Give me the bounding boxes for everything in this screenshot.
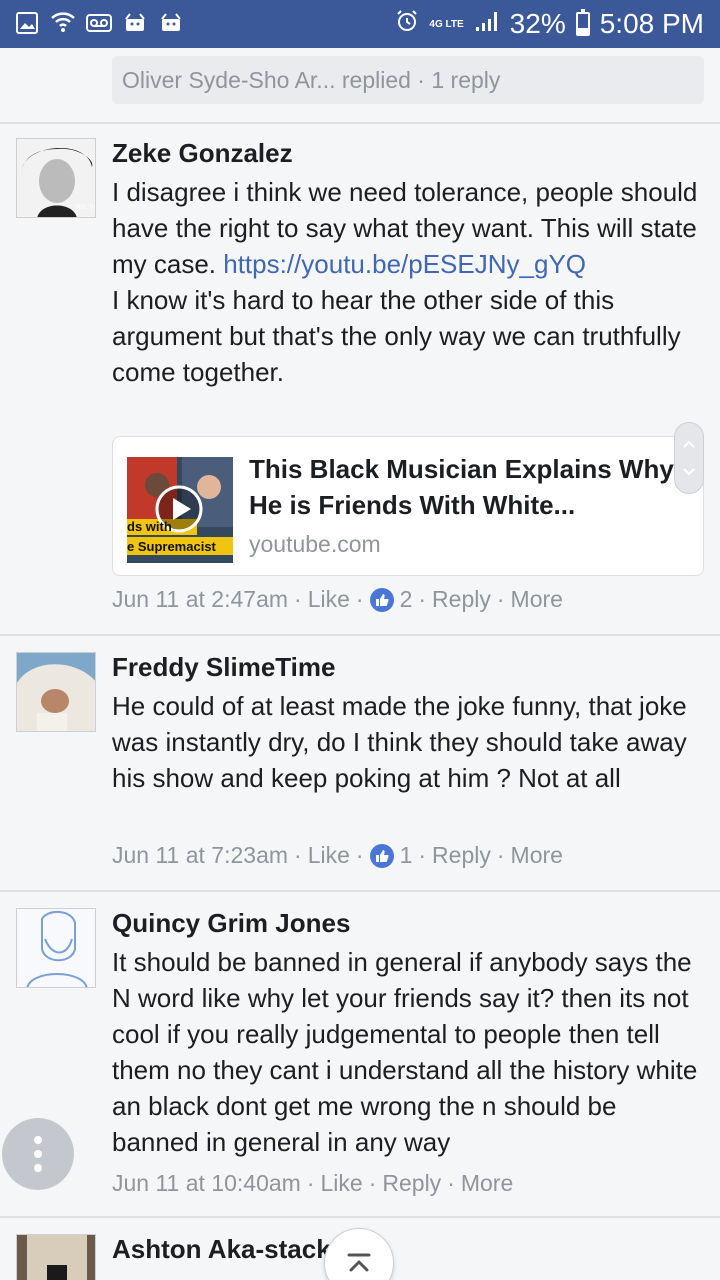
comments-feed: Oliver Syde-Sho Ar... replied · 1 reply … (0, 48, 720, 1280)
battery-percent: 32% (509, 8, 566, 39)
replies-summary-text: Oliver Syde-Sho Ar... replied · 1 reply (122, 66, 501, 93)
svg-text:SEE THE: SEE THE (75, 204, 96, 211)
android-icon (122, 8, 148, 38)
chevron-up-icon (347, 1253, 371, 1272)
thumbs-up-icon (369, 843, 394, 868)
video-thumbnail[interactable]: ds with e Supremacist (127, 457, 233, 563)
like-button[interactable]: Like (308, 842, 350, 869)
status-bar: 4G LTE 32% 5:08 PM (0, 0, 720, 48)
system-indicators: 4G LTE 32% 5:08 PM (395, 0, 704, 48)
comment-text: It should be banned in general if anybod… (112, 947, 705, 1157)
thumbs-up-icon (369, 587, 394, 612)
dot (34, 1136, 42, 1144)
voicemail-icon (86, 8, 112, 38)
commenter-name[interactable]: Ashton Aka-stackz (112, 1234, 344, 1265)
divider (0, 890, 720, 892)
comment-actions: Jun 11 at 2:47am · Like · 2 · Reply · Mo… (112, 586, 563, 613)
timestamp[interactable]: Jun 11 at 7:23am (112, 842, 288, 869)
notification-icons (14, 8, 184, 38)
link-domain: youtube.com (249, 531, 381, 557)
more-button[interactable]: More (511, 586, 563, 613)
more-button[interactable]: More (511, 842, 563, 869)
android-icon-2 (158, 8, 184, 38)
comment-actions: Jun 11 at 7:23am · Like · 1 · Reply · Mo… (112, 842, 563, 869)
comment-actions: Jun 11 at 10:40am · Like · Reply · More (112, 1170, 514, 1197)
comment-text-part: I know it's hard to hear the other side … (112, 285, 688, 387)
divider (0, 1216, 720, 1218)
thumbnail-caption: ds with (127, 519, 172, 534)
clock: 5:08 PM (599, 8, 704, 39)
comment-text: He could of at least made the joke funny… (112, 691, 694, 793)
gallery-icon (14, 8, 40, 38)
floating-more-button[interactable] (2, 1118, 74, 1190)
more-button[interactable]: More (461, 1170, 513, 1197)
wifi-icon (50, 8, 76, 38)
commenter-name[interactable]: Freddy SlimeTime (112, 652, 336, 683)
like-count[interactable]: 2 (400, 586, 413, 613)
avatar[interactable] (16, 1234, 96, 1280)
reply-button[interactable]: Reply (382, 1170, 441, 1197)
dot (34, 1150, 42, 1158)
avatar[interactable] (16, 908, 96, 988)
reply-button[interactable]: Reply (432, 842, 491, 869)
commenter-name[interactable]: Zeke Gonzalez (112, 138, 293, 169)
divider (0, 122, 720, 124)
reply-button[interactable]: Reply (432, 586, 491, 613)
comment-text: I disagree i think we need tolerance, pe… (112, 174, 702, 390)
replies-summary[interactable]: Oliver Syde-Sho Ar... replied · 1 reply (112, 56, 704, 104)
commenter-name[interactable]: Quincy Grim Jones (112, 908, 350, 939)
lte-icon: 4G LTE (429, 18, 464, 30)
like-button[interactable]: Like (308, 586, 350, 613)
comment-link[interactable]: https://youtu.be/pESEJNy_gYQ (223, 249, 586, 279)
signal-icon (474, 8, 500, 40)
avatar[interactable] (16, 652, 96, 732)
avatar[interactable]: SEE THE (16, 138, 96, 218)
timestamp[interactable]: Jun 11 at 2:47am (112, 586, 288, 613)
timestamp[interactable]: Jun 11 at 10:40am (112, 1170, 301, 1197)
divider (0, 634, 720, 636)
like-button[interactable]: Like (321, 1170, 363, 1197)
dot (34, 1164, 42, 1172)
fast-scroll-handle[interactable] (674, 422, 704, 494)
like-count[interactable]: 1 (400, 842, 413, 869)
link-preview-card[interactable]: ds with e Supremacist This Black Musicia… (112, 436, 704, 576)
battery-icon (575, 9, 590, 36)
thumbnail-caption: e Supremacist (127, 539, 216, 554)
link-title[interactable]: This Black Musician Explains Why He is F… (249, 451, 689, 523)
alarm-icon (395, 8, 419, 40)
